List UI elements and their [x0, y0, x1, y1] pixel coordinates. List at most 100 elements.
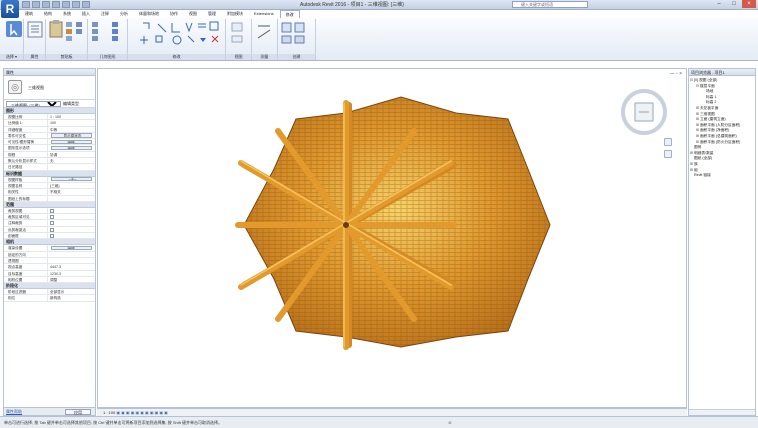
ribbon-group-7: 创建 — [278, 19, 316, 60]
tree-item-label: 立面 (建筑立面) — [700, 117, 726, 122]
quick-access-toolbar — [22, 1, 90, 8]
property-key: 渲染设置 — [4, 245, 48, 251]
properties-footer: 属性帮助 应用 — [4, 407, 95, 415]
ribbon-tab-11[interactable]: Extensions — [249, 10, 279, 18]
edit-type-button[interactable]: 编辑类型 — [63, 101, 79, 107]
property-key: 相位 — [4, 295, 48, 301]
property-key: 相机位置 — [4, 276, 48, 283]
print-icon[interactable] — [62, 1, 70, 8]
save-icon[interactable] — [32, 1, 40, 8]
title-bar: R Autodesk Revit 2016 - 项目1 - 三维视图: {三维}… — [0, 0, 758, 18]
property-edit-button[interactable]: 编辑... — [51, 145, 92, 151]
property-value[interactable]: 新构造 — [48, 295, 95, 300]
tree-item-label: [0] 视图 (全部) — [694, 78, 718, 82]
status-bar: 单击可进行选择; 按 Tab 键并单击可选择其他项目; 按 Ctrl 键并单击可… — [0, 416, 758, 428]
property-edit-button[interactable]: 编辑... — [51, 245, 92, 251]
property-value[interactable] — [48, 252, 95, 257]
ribbon-tab-9[interactable]: 管理 — [203, 10, 221, 18]
zoom-icon[interactable] — [664, 150, 672, 158]
close-icon[interactable]: × — [742, 0, 756, 8]
open-icon[interactable] — [22, 1, 30, 8]
ribbon-tab-3[interactable]: 插入 — [77, 10, 95, 18]
3d-view-icon[interactable] — [82, 1, 90, 8]
property-value[interactable] — [48, 220, 95, 226]
ribbon-tab-6[interactable]: 体量和场地 — [134, 10, 164, 18]
property-value[interactable]: 调整 — [48, 277, 95, 282]
drawing-canvas[interactable]: — ▫ × — [97, 68, 687, 408]
ribbon-tab-5[interactable]: 分析 — [115, 10, 133, 18]
minimize-icon[interactable]: – — [712, 0, 726, 8]
undo-icon[interactable] — [42, 1, 50, 8]
property-key: 裁剪视图 — [4, 207, 48, 214]
tree-item-label: 组 — [694, 167, 698, 172]
browser-tree-item[interactable]: Revit 链接 — [690, 173, 754, 179]
property-value[interactable] — [48, 227, 95, 232]
ribbon-group-label: 选择 ▾ — [0, 54, 23, 60]
property-value[interactable]: 不相关 — [48, 189, 95, 194]
tree-item-label: 标高 1 — [706, 94, 717, 99]
tree-item-label: 天花板平面 — [700, 105, 719, 110]
property-value[interactable]: 1 : 100 — [48, 114, 95, 119]
property-value[interactable]: 无 — [48, 158, 95, 163]
viewcube-icon[interactable] — [620, 88, 668, 136]
property-edit-button[interactable]: 显示原状态 — [51, 133, 92, 138]
redo-icon[interactable] — [52, 1, 60, 8]
ribbon-tab-0[interactable]: 建筑 — [20, 10, 38, 18]
view-control-icons[interactable]: ▣▣▣▣▣▣▣▣▣▣▣ — [116, 410, 169, 415]
ribbon-tab-10[interactable]: 附加模块 — [222, 10, 248, 18]
property-edit-button[interactable]: 编辑... — [51, 139, 92, 144]
property-key: 剖面框 — [4, 233, 48, 239]
ribbon-panel: 选择 ▾ 属性 剪贴板 几何图形 修改 视图 测量 创建 — [0, 18, 758, 61]
property-checkbox[interactable] — [50, 208, 54, 213]
view-scale[interactable]: 1 : 100 — [103, 410, 115, 415]
property-checkbox[interactable] — [50, 221, 54, 226]
property-checkbox[interactable] — [50, 215, 54, 220]
property-value[interactable]: 全部显示 — [48, 289, 95, 294]
property-value[interactable]: 协调 — [48, 152, 95, 157]
ribbon-group-5: 视图 — [226, 19, 252, 60]
property-key: 可见性/图形替换 — [4, 139, 48, 145]
ribbon-group-1: 属性 — [24, 19, 46, 60]
steering-wheel-icon[interactable] — [664, 138, 672, 146]
tree-item-label: 标高 2 — [706, 100, 717, 105]
property-value[interactable]: 中等 — [48, 127, 95, 132]
property-value[interactable]: {三维} — [48, 183, 95, 188]
apply-button[interactable]: 应用 — [65, 409, 91, 415]
maximize-icon[interactable]: □ — [727, 0, 741, 8]
tree-item-label: 族 — [694, 161, 698, 166]
property-checkbox[interactable] — [50, 227, 54, 232]
property-value[interactable] — [48, 196, 95, 201]
view-selector-row: 三维视图: {三维} 编辑类型 — [4, 100, 95, 108]
property-key: 相关性 — [4, 189, 48, 195]
property-checkbox[interactable] — [50, 234, 54, 239]
view-control-bar: 1 : 100 ▣▣▣▣▣▣▣▣▣▣▣ — [97, 408, 687, 416]
3d-view-type-icon: ◎ — [8, 80, 22, 94]
property-value[interactable] — [48, 164, 95, 169]
property-value[interactable]: 1230.3 — [48, 271, 95, 276]
property-value[interactable] — [48, 214, 95, 220]
ribbon-tab-7[interactable]: 协作 — [165, 10, 183, 18]
ribbon-tab-4[interactable]: 注释 — [96, 10, 114, 18]
tree-item-label: 明细表/数量 — [694, 150, 714, 155]
property-value[interactable]: 4447.3 — [48, 264, 95, 269]
property-value[interactable]: 100 — [48, 120, 95, 125]
property-value[interactable] — [48, 208, 95, 213]
pavilion-roof-3d-model[interactable] — [98, 69, 688, 409]
property-value[interactable] — [48, 233, 95, 239]
property-key: 比例值 1: — [4, 120, 48, 126]
property-key: 详细程度 — [4, 126, 48, 132]
application-menu-button[interactable]: R — [1, 0, 19, 18]
property-key: 零件可见性 — [4, 132, 48, 139]
type-selector[interactable]: ◎ 三维视图 — [4, 76, 95, 100]
ribbon-tab-1[interactable]: 结构 — [39, 10, 57, 18]
ribbon-tab-12[interactable]: 修改 — [279, 10, 300, 18]
ribbon-tab-8[interactable]: 视图 — [184, 10, 202, 18]
ribbon-tab-2[interactable]: 系统 — [58, 10, 76, 18]
measure-icon[interactable] — [72, 1, 80, 8]
browser-scrollbar[interactable] — [689, 409, 755, 415]
properties-help-link[interactable]: 属性帮助 — [6, 409, 22, 414]
property-edit-button[interactable]: <无> — [51, 177, 92, 182]
search-input[interactable]: 键入关键字或短语 — [512, 1, 588, 8]
property-value[interactable] — [48, 258, 95, 263]
view-selector[interactable]: 三维视图: {三维} — [6, 100, 61, 107]
